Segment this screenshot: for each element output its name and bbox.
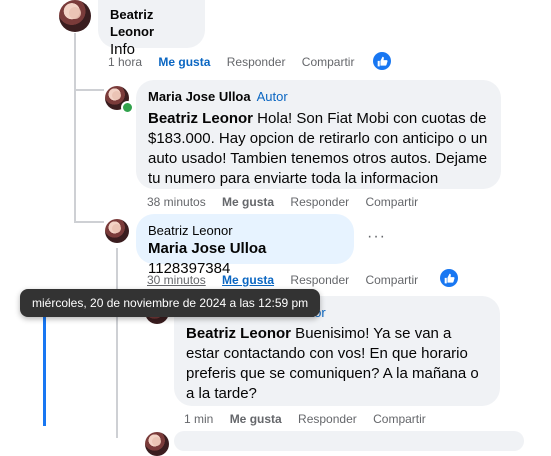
- like-reaction-icon[interactable]: [440, 269, 458, 287]
- like-button[interactable]: Me gusta: [222, 273, 274, 287]
- avatar[interactable]: [105, 219, 129, 243]
- like-button[interactable]: Me gusta: [222, 195, 274, 209]
- comment-bubble: Beatriz Leonor Maria Jose Ulloa 11283973…: [136, 214, 354, 277]
- comment-author[interactable]: Maria Jose Ulloa Autor: [148, 88, 489, 105]
- reply-button[interactable]: Responder: [290, 273, 349, 287]
- reply-button[interactable]: Responder: [298, 412, 357, 426]
- mention[interactable]: Beatriz Leonor: [148, 110, 253, 127]
- thread-line: [74, 221, 104, 223]
- share-button[interactable]: Compartir: [302, 55, 355, 69]
- author-name[interactable]: Maria Jose Ulloa: [148, 89, 251, 104]
- share-button[interactable]: Compartir: [365, 195, 418, 209]
- comment-author[interactable]: Beatriz Leonor: [148, 222, 342, 239]
- comment-actions: 1 min Me gusta Responder Compartir: [184, 412, 439, 426]
- selection-indicator: [43, 300, 46, 426]
- comment-actions: 1 hora Me gusta Responder Compartir: [108, 55, 367, 69]
- comment-text: Beatriz Leonor Hola! Son Fiat Mobi con c…: [148, 109, 489, 189]
- comment-text: Beatriz Leonor Buenisimo! Ya se van a es…: [186, 324, 488, 404]
- share-button[interactable]: Compartir: [373, 412, 426, 426]
- comment-bubble: Beatriz Leonor Info: [98, 0, 205, 58]
- like-button[interactable]: Me gusta: [230, 412, 282, 426]
- mention[interactable]: Maria Jose Ulloa: [148, 240, 266, 257]
- like-reaction-icon[interactable]: [373, 52, 391, 70]
- share-button[interactable]: Compartir: [365, 273, 418, 287]
- like-button[interactable]: Me gusta: [158, 55, 210, 69]
- comment-time[interactable]: 1 min: [184, 412, 213, 426]
- timestamp-tooltip: miércoles, 20 de noviembre de 2024 a las…: [20, 289, 321, 317]
- comment-time[interactable]: 1 hora: [108, 55, 142, 69]
- thread-line: [74, 89, 104, 91]
- comment-bubble: Maria Jose Ulloa Autor Beatriz Leonor Hol…: [136, 80, 501, 189]
- comment-actions: 38 minutos Me gusta Responder Compartir: [147, 195, 431, 209]
- avatar[interactable]: [145, 432, 169, 456]
- online-status-icon: [121, 101, 134, 114]
- comment-time[interactable]: 30 minutos: [147, 273, 206, 287]
- comment-time[interactable]: 38 minutos: [147, 195, 206, 209]
- more-options-icon[interactable]: ···: [367, 228, 386, 246]
- thread-line: [74, 33, 76, 223]
- author-badge: Autor: [256, 89, 288, 104]
- comment-actions: 30 minutos Me gusta Responder Compartir: [147, 273, 431, 287]
- mention[interactable]: Beatriz Leonor: [186, 325, 291, 342]
- reply-button[interactable]: Responder: [227, 55, 286, 69]
- thread-line: [116, 248, 118, 438]
- avatar[interactable]: [59, 0, 91, 32]
- comment-author[interactable]: Beatriz Leonor: [110, 6, 193, 40]
- reply-button[interactable]: Responder: [290, 195, 349, 209]
- comment-bubble: [174, 431, 524, 451]
